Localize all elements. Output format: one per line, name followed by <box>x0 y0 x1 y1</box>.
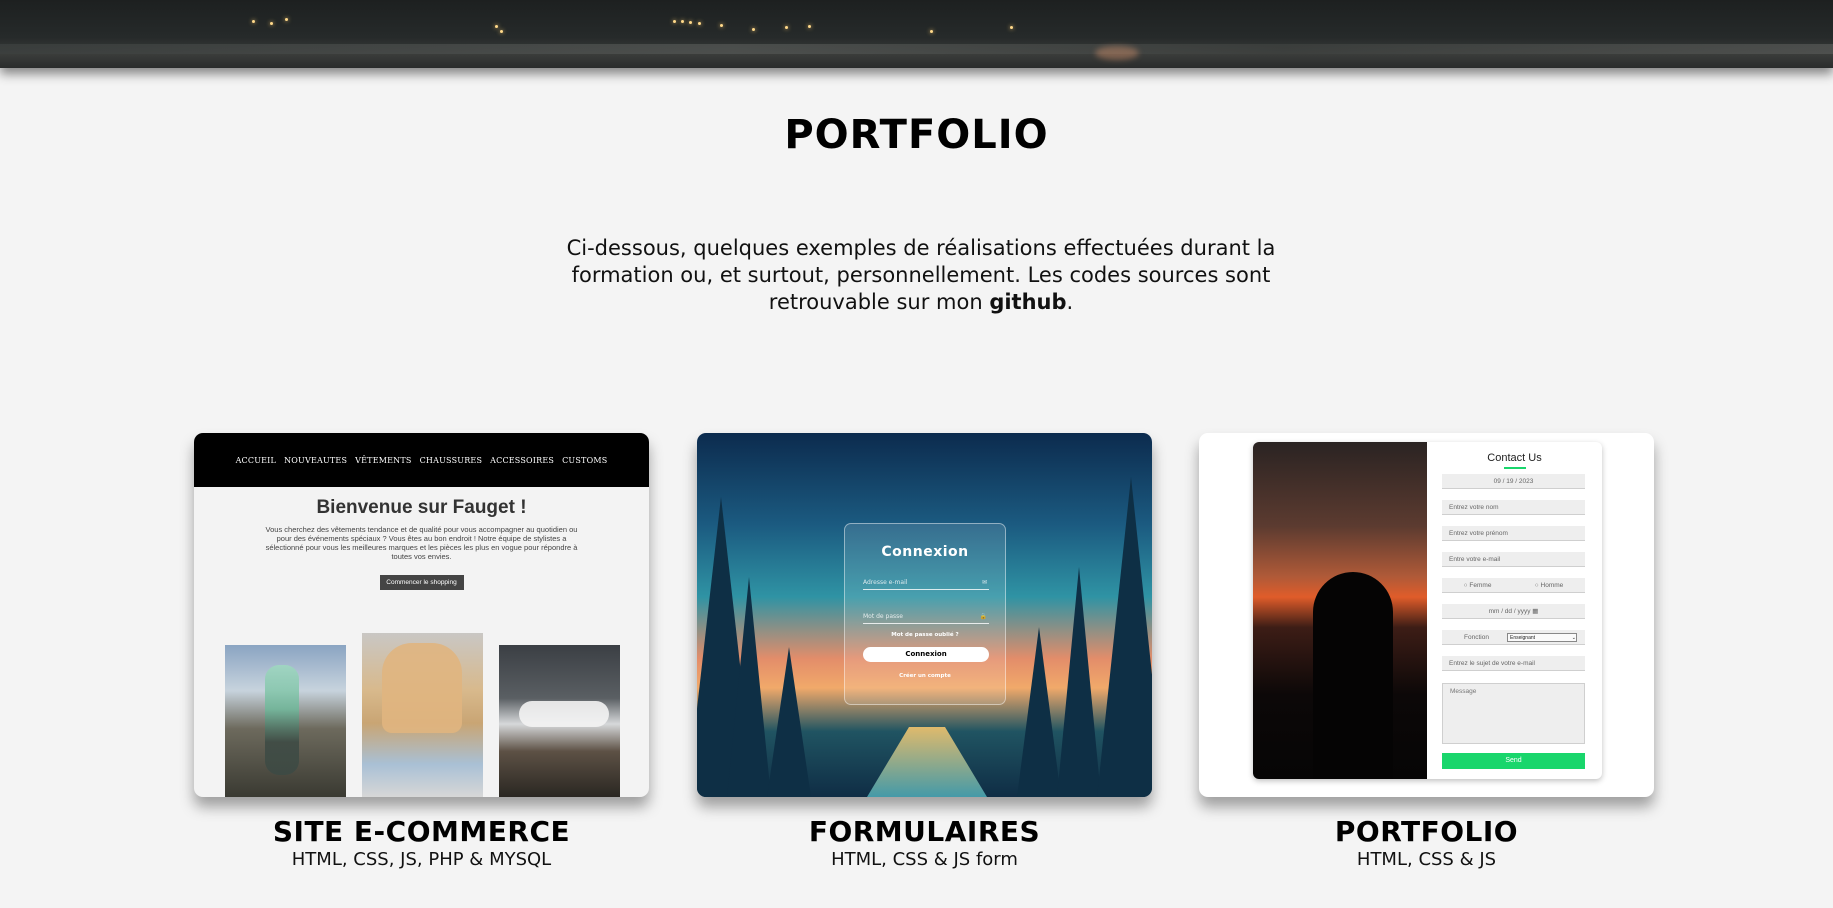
page-title: PORTFOLIO <box>784 112 1049 158</box>
project-tech: HTML, CSS & JS form <box>831 849 1018 870</box>
project-title: SITE E-COMMERCE <box>272 815 571 848</box>
preview-email-field: Entre votre e-mail <box>1442 552 1585 567</box>
header-banner-image <box>0 0 1833 68</box>
preview-forgot-link: Mot de passe oublié ? <box>891 632 959 638</box>
mail-icon: ✉ <box>981 579 987 586</box>
preview-photo <box>1253 442 1427 779</box>
preview-gender-radios: ○ Femme ○ Homme <box>1442 578 1585 593</box>
preview-date-field: mm / dd / yyyy ▦ <box>1442 604 1585 619</box>
preview-nav-item: VÊTEMENTS <box>355 455 412 465</box>
preview-contact-form: Contact Us 09 / 19 / 2023 Entrez votre n… <box>1427 442 1602 779</box>
preview-password-field: Mot de passe 🔒 <box>863 613 989 624</box>
calendar-icon: ▦ <box>1532 608 1539 615</box>
lock-icon: 🔒 <box>979 613 987 620</box>
preview-nav-item: CHAUSSURES <box>419 455 483 465</box>
project-tech: HTML, CSS, JS, PHP & MYSQL <box>291 849 552 870</box>
preview-function-field: Fonction Enseignant ⌄ <box>1442 630 1585 645</box>
preview-nav-item: ACCESSOIRES <box>490 455 555 465</box>
preview-create-link: Créer un compte <box>899 673 951 679</box>
preview-function-select: Enseignant ⌄ <box>1507 633 1577 642</box>
chevron-down-icon: ⌄ <box>1571 635 1576 641</box>
preview-date-top: 09 / 19 / 2023 <box>1442 474 1585 489</box>
preview-nav-item: CUSTOMS <box>562 455 608 465</box>
preview-contact-frame: Contact Us 09 / 19 / 2023 Entrez votre n… <box>1253 442 1602 779</box>
preview-contact-heading: Contact Us <box>1487 452 1542 464</box>
preview-login-box: Connexion Adresse e-mail ✉ Mot de passe 🔒 … <box>844 523 1006 705</box>
preview-photo <box>225 645 346 797</box>
preview-login-button: Connexion <box>863 647 989 662</box>
preview-nav-item: NOUVEAUTES <box>284 455 348 465</box>
preview-name-field: Entrez votre nom <box>1442 500 1585 515</box>
preview-description: Vous cherchez des vêtements tendance et … <box>265 525 578 561</box>
project-card-ecommerce[interactable]: ACCUEIL NOUVEAUTES VÊTEMENTS CHAUSSURES … <box>194 433 649 797</box>
project-title: PORTFOLIO <box>1334 815 1519 848</box>
intro-text: Ci-dessous, quelques exemples de réalisa… <box>566 236 1276 314</box>
project-tech: HTML, CSS & JS <box>1356 849 1497 870</box>
project-title: FORMULAIRES <box>808 815 1041 848</box>
project-card-portfolio[interactable]: Contact Us 09 / 19 / 2023 Entrez votre n… <box>1199 433 1654 797</box>
preview-photo <box>499 645 620 797</box>
preview-login-heading: Connexion <box>881 544 969 560</box>
preview-subject-field: Entrez le sujet de votre e-mail <box>1442 656 1585 671</box>
preview-shop-button: Commencer le shopping <box>379 575 464 590</box>
preview-firstname-field: Entrez votre prénom <box>1442 526 1585 541</box>
project-card-forms[interactable]: Connexion Adresse e-mail ✉ Mot de passe 🔒 … <box>697 433 1152 797</box>
preview-send-button: Send <box>1442 753 1585 769</box>
preview-heading: Bienvenue sur Fauget ! <box>316 497 527 518</box>
preview-photo <box>362 633 483 797</box>
preview-nav-item: ACCUEIL <box>235 455 277 465</box>
github-link[interactable]: github <box>989 290 1066 314</box>
preview-nav: ACCUEIL NOUVEAUTES VÊTEMENTS CHAUSSURES … <box>194 433 649 487</box>
preview-message-field: Message <box>1442 683 1585 744</box>
preview-email-field: Adresse e-mail ✉ <box>863 579 989 590</box>
